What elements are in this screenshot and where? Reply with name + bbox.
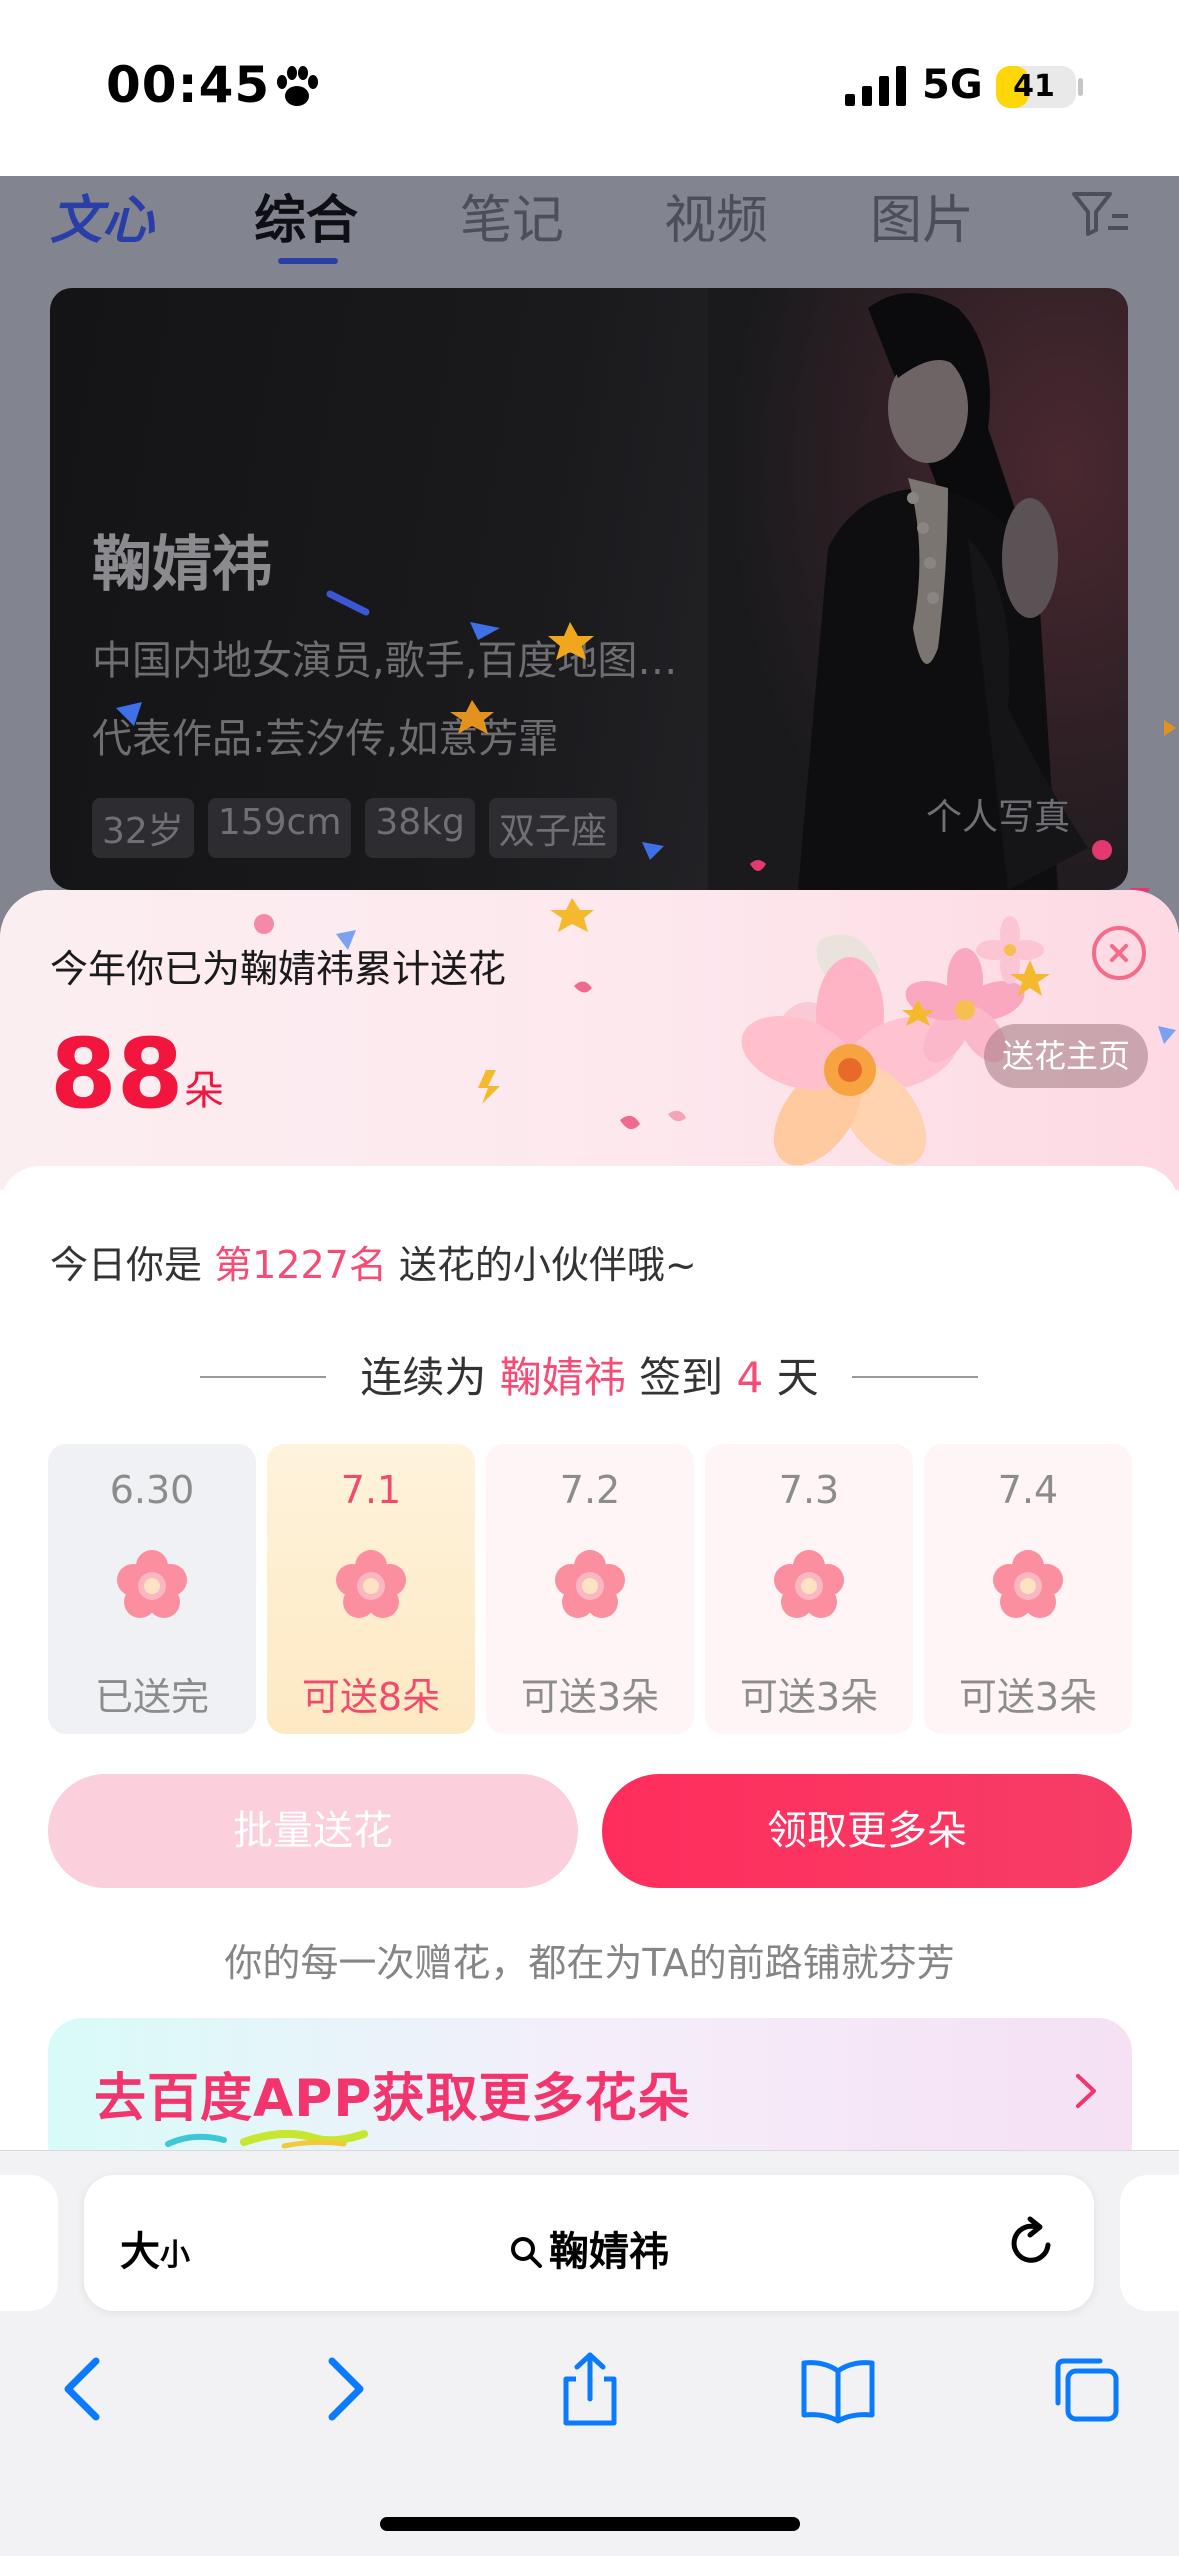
back-icon[interactable]	[46, 2349, 126, 2429]
day-card[interactable]: 7.2 可送3朵	[486, 1444, 694, 1734]
browser-toolbar: 大小 鞠婧祎	[0, 2150, 1179, 2556]
claim-more-button[interactable]: 领取更多朵	[602, 1774, 1132, 1888]
day-status: 可送3朵	[520, 1675, 660, 1719]
sheet-title: 今年你已为鞠婧祎累计送花	[50, 947, 507, 991]
day-date: 7.2	[559, 1468, 621, 1512]
batch-send-button[interactable]: 批量送花	[48, 1774, 578, 1888]
network-type: 5G	[922, 62, 983, 108]
address-bar[interactable]: 大小 鞠婧祎	[84, 2175, 1094, 2311]
day-status: 已送完	[94, 1675, 209, 1719]
bookmarks-icon[interactable]	[798, 2349, 878, 2429]
streak-prefix: 连续为	[360, 1353, 487, 1402]
tab-videos[interactable]: 视频	[664, 178, 768, 253]
close-icon[interactable]	[1092, 926, 1146, 980]
tab-notes[interactable]: 笔记	[460, 178, 564, 253]
reload-icon[interactable]	[1004, 2215, 1060, 2271]
day-card[interactable]: 6.30 已送完	[48, 1444, 256, 1734]
forward-icon[interactable]	[302, 2349, 382, 2429]
tab-general[interactable]: 综合	[254, 178, 358, 253]
flower-unit: 朵	[184, 1068, 224, 1114]
flower-home-button[interactable]: 送花主页	[984, 1024, 1148, 1088]
day-date: 7.4	[997, 1468, 1059, 1512]
filter-icon[interactable]	[1072, 190, 1130, 238]
sheet-header: 今年你已为鞠婧祎累计送花 88 朵 送花主页	[0, 890, 1179, 1190]
rank-line: 今日你是 第1227名 送花的小伙伴哦~	[50, 1234, 697, 1289]
chevron-right-icon	[1076, 2074, 1096, 2108]
sheet-body: 今日你是 第1227名 送花的小伙伴哦~ 连续为 鞠婧祎 签到 4 天 6.30…	[0, 1166, 1179, 2150]
day-date: 7.3	[778, 1468, 840, 1512]
battery-cap	[1078, 78, 1083, 96]
checkin-days: 6.30 已送完 7.1 可送8朵 7.2 可送3朵 7.3 可送3朵 7.4	[48, 1444, 1132, 1734]
day-status: 可送3朵	[739, 1675, 879, 1719]
flower-icon	[555, 1550, 625, 1618]
squiggle-decoration	[165, 2129, 368, 2149]
flower-icon	[336, 1550, 406, 1618]
slogan-text: 你的每一次赠花，都在为TA的前路铺就芬芳	[224, 1941, 955, 1985]
flower-icon	[774, 1550, 844, 1618]
flower-icon	[993, 1550, 1063, 1618]
battery-icon: 41	[996, 66, 1076, 108]
flower-sheet: 今年你已为鞠婧祎累计送花 88 朵 送花主页 今日你是 第1227名 送花的小伙…	[0, 890, 1179, 2150]
day-status: 可送8朵	[301, 1675, 441, 1719]
tab-images[interactable]: 图片	[870, 178, 974, 253]
flower-icon	[117, 1550, 187, 1618]
status-time: 00:45	[106, 56, 271, 114]
day-card[interactable]: 7.4 可送3朵	[924, 1444, 1132, 1734]
day-date: 7.1	[340, 1468, 402, 1512]
rank-suffix: 送花的小伙伴哦~	[398, 1243, 697, 1287]
address-text: 鞠婧祎	[84, 2219, 1094, 2277]
cellular-signal-icon	[845, 66, 906, 106]
streak-suffix: 天	[776, 1353, 819, 1402]
streak-name: 鞠婧祎	[499, 1353, 626, 1402]
search-icon	[511, 2237, 542, 2268]
day-date: 6.30	[109, 1468, 195, 1512]
flower-count: 88	[50, 1018, 184, 1130]
tabs-icon[interactable]	[1046, 2349, 1126, 2429]
active-tab-indicator	[278, 258, 338, 264]
paw-icon	[277, 66, 318, 106]
previous-tab-preview[interactable]	[0, 2175, 58, 2311]
streak-days: 4	[736, 1353, 764, 1402]
day-status: 可送3朵	[958, 1675, 1098, 1719]
home-indicator	[380, 2517, 800, 2531]
address-query: 鞠婧祎	[549, 2229, 669, 2275]
next-tab-preview[interactable]	[1120, 2175, 1179, 2311]
app-banner[interactable]: 去百度APP获取更多花朵	[48, 2018, 1132, 2150]
rank-value: 第1227名	[214, 1243, 387, 1287]
share-icon[interactable]	[550, 2349, 630, 2429]
day-card[interactable]: 7.3 可送3朵	[705, 1444, 913, 1734]
battery-percent: 41	[1013, 69, 1055, 104]
streak-mid: 签到	[639, 1353, 724, 1402]
status-bar: 00:45 5G 41	[0, 0, 1179, 176]
streak-heading: 连续为 鞠婧祎 签到 4 天	[0, 1344, 1179, 1405]
rank-prefix: 今日你是	[50, 1243, 203, 1287]
tab-wenxin[interactable]: 文心	[50, 178, 154, 253]
day-card[interactable]: 7.1 可送8朵	[267, 1444, 475, 1734]
app-banner-text: 去百度APP获取更多花朵	[94, 2069, 691, 2129]
